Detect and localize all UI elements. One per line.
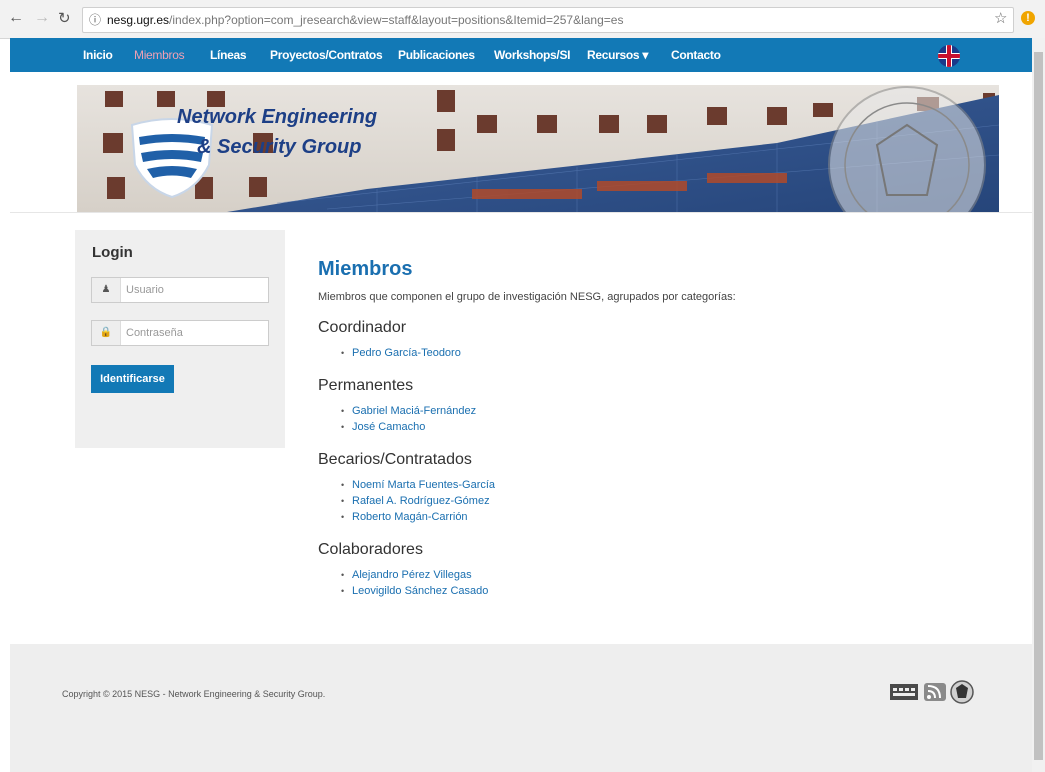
login-title: Login — [92, 244, 133, 261]
rss-logo-icon[interactable] — [924, 683, 946, 701]
uk-flag-icon[interactable] — [938, 45, 960, 67]
group-heading-becarios: Becarios/Contratados — [318, 451, 472, 468]
info-icon[interactable]: ⓘ — [89, 11, 101, 28]
main-content: Miembros Miembros que componen el grupo … — [318, 258, 1018, 599]
member-link[interactable]: Noemí Marta Fuentes-García — [341, 477, 1018, 493]
member-link[interactable]: Roberto Magán-Carrión — [341, 509, 1018, 525]
username-field[interactable]: ♟ — [91, 277, 269, 303]
nav-item-workshops[interactable]: Workshops/SI — [494, 48, 571, 62]
member-link[interactable]: José Camacho — [341, 419, 1018, 435]
nav-item-inicio[interactable]: Inicio — [83, 48, 113, 62]
member-link[interactable]: Rafael A. Rodríguez-Gómez — [341, 493, 1018, 509]
member-link[interactable]: Alejandro Pérez Villegas — [341, 567, 1018, 583]
username-input[interactable] — [126, 281, 261, 298]
extension-alert-icon[interactable]: ! — [1021, 11, 1035, 25]
user-icon: ♟ — [92, 278, 121, 302]
group-heading-permanentes: Permanentes — [318, 377, 414, 394]
password-field[interactable]: 🔒 — [91, 320, 269, 346]
nav-item-recursos[interactable]: Recursos ▾ — [587, 48, 648, 62]
nav-item-lineas[interactable]: Líneas — [210, 48, 247, 62]
partner-logos — [890, 680, 974, 704]
lock-icon: 🔒 — [92, 321, 121, 345]
group-heading-colaboradores: Colaboradores — [318, 541, 423, 558]
forward-arrow-icon[interactable]: → — [34, 9, 50, 27]
member-link[interactable]: Leovigildo Sánchez Casado — [341, 583, 1018, 599]
nav-item-publicaciones[interactable]: Publicaciones — [398, 48, 475, 62]
page-footer: Copyright © 2015 NESG - Network Engineer… — [10, 644, 1032, 772]
nav-item-contacto[interactable]: Contacto — [671, 48, 721, 62]
url-text[interactable]: nesg.ugr.es/index.php?option=com_jresear… — [107, 13, 623, 27]
back-arrow-icon[interactable]: ← — [8, 9, 24, 27]
main-navbar: Inicio Miembros Líneas Proyectos/Contrat… — [10, 38, 1032, 72]
banner-title-line2: & Security Group — [197, 136, 361, 158]
member-list-coordinador: Pedro García-Teodoro — [318, 345, 1018, 361]
member-link[interactable]: Pedro García-Teodoro — [341, 345, 1018, 361]
address-bar[interactable]: ⓘ nesg.ugr.es/index.php?option=com_jrese… — [82, 7, 1014, 33]
page-intro: Miembros que componen el grupo de invest… — [318, 291, 736, 303]
seal-logo-icon[interactable] — [950, 680, 974, 704]
bookmark-star-icon[interactable]: ☆ — [994, 9, 1007, 27]
scrollbar-thumb[interactable] — [1034, 52, 1043, 760]
page-title: Miembros — [318, 258, 413, 280]
header-banner: Network Engineering & Security Group — [77, 85, 999, 212]
copyright-text: Copyright © 2015 NESG - Network Engineer… — [62, 689, 326, 699]
member-list-colaboradores: Alejandro Pérez Villegas Leovigildo Sánc… — [318, 567, 1018, 599]
group-heading-coordinador: Coordinador — [318, 319, 407, 336]
nav-item-proyectos[interactable]: Proyectos/Contratos — [270, 48, 383, 62]
member-list-permanentes: Gabriel Maciá-Fernández José Camacho — [318, 403, 1018, 435]
university-logo-icon[interactable] — [890, 684, 918, 700]
reload-icon[interactable]: ↻ — [58, 9, 71, 27]
banner-image: Network Engineering & Security Group — [77, 85, 999, 212]
login-module: Login ♟ 🔒 Identificarse — [75, 230, 285, 448]
member-link[interactable]: Gabriel Maciá-Fernández — [341, 403, 1018, 419]
nav-item-miembros[interactable]: Miembros — [134, 48, 185, 62]
browser-toolbar: ← → ↻ ⓘ nesg.ugr.es/index.php?option=com… — [0, 0, 1045, 39]
banner-divider — [10, 212, 1032, 213]
member-list-becarios: Noemí Marta Fuentes-García Rafael A. Rod… — [318, 477, 1018, 525]
login-button[interactable]: Identificarse — [91, 365, 174, 393]
banner-title-line1: Network Engineering — [177, 106, 377, 128]
password-input[interactable] — [126, 324, 261, 341]
